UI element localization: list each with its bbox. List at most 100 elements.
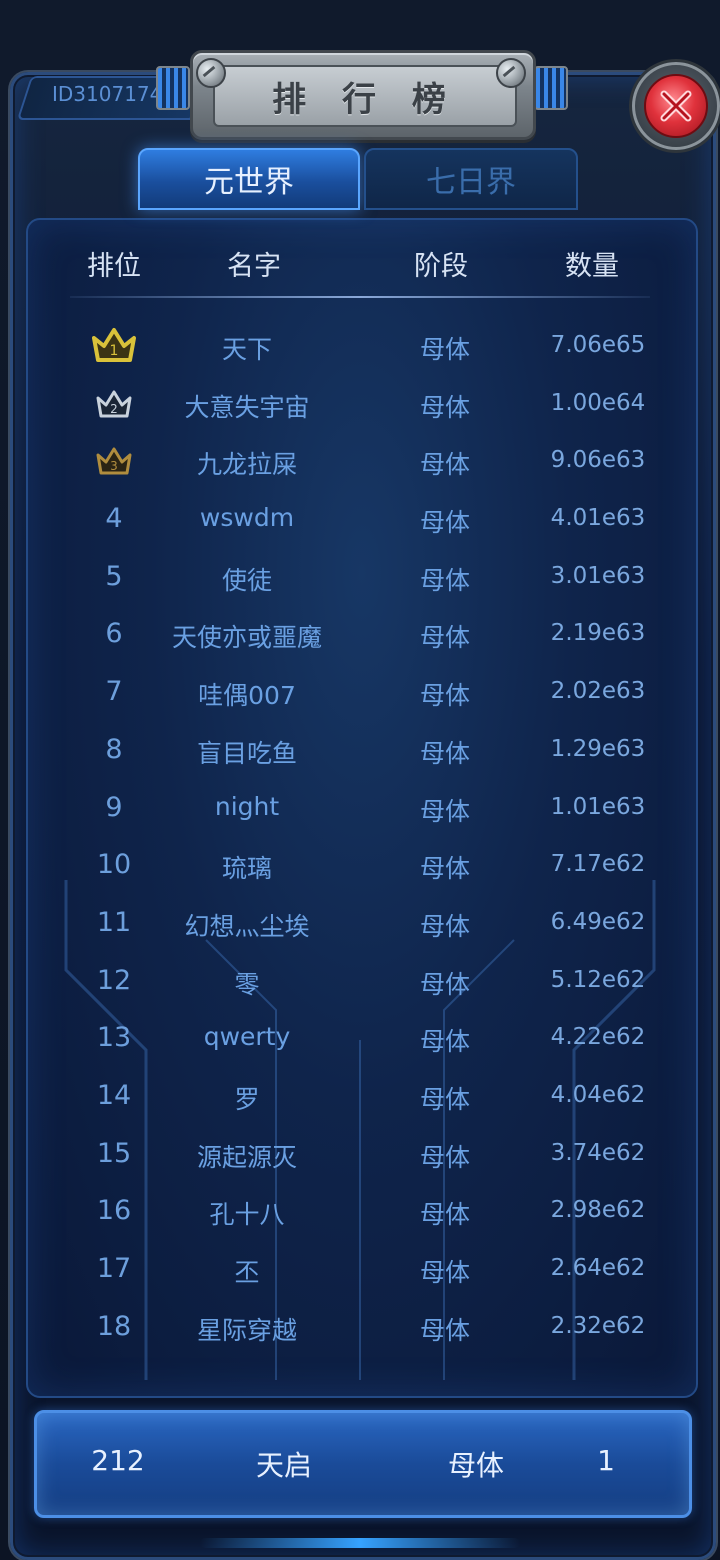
tab-yuanshijie[interactable]: 元世界	[138, 148, 360, 210]
table-row[interactable]: 7 哇偶007 母体 2.02e63	[0, 668, 720, 726]
column-header-rank: 排位	[87, 251, 141, 282]
column-header-stage: 阶段	[414, 251, 468, 282]
table-row[interactable]: 3 九龙拉屎 母体 9.06e63	[0, 437, 720, 495]
table-row[interactable]: 1 天下 母体 7.06e65	[0, 322, 720, 380]
rank-number: 7	[105, 676, 123, 708]
table-row[interactable]: 9 night 母体 1.01e63	[0, 784, 720, 842]
rank-number: 5	[105, 560, 123, 592]
table-row[interactable]: 11 幻想灬尘埃 母体 6.49e62	[0, 899, 720, 957]
vent-left-decoration	[156, 66, 190, 110]
player-stage: 母体	[419, 565, 471, 595]
player-quantity: 6.49e62	[550, 908, 646, 935]
rank-number: 9	[105, 791, 123, 823]
player-quantity: 5.12e62	[550, 966, 646, 993]
bolt-right-icon	[496, 58, 526, 88]
bronze-crown-icon: 3	[96, 447, 132, 475]
player-quantity: 1.00e64	[550, 389, 646, 416]
player-stage: 母体	[419, 392, 471, 422]
player-name: qwerty	[203, 1022, 291, 1052]
player-name: 丕	[234, 1258, 260, 1287]
player-quantity: 7.17e62	[550, 851, 646, 878]
player-id: ID3107174	[52, 82, 163, 106]
player-stage: 母体	[419, 796, 471, 826]
player-stage: 母体	[419, 1200, 471, 1230]
player-quantity: 2.64e62	[550, 1255, 646, 1281]
player-name: 罗	[234, 1084, 260, 1114]
table-header: 排位 名字 阶段 数量	[70, 244, 650, 292]
leaderboard-screen: ID3107174 排 行 榜 元世界 七日界 排位 名字 阶段 数量 1 天下…	[0, 0, 720, 1560]
rank-number: 2	[110, 402, 118, 416]
leaderboard-list: 1 天下 母体 7.06e65 2 大意失宇宙 母体 1.00e64 3 九龙拉…	[0, 322, 720, 1360]
table-row[interactable]: 10 琉璃 母体 7.17e62	[0, 841, 720, 899]
player-stage: 母体	[419, 969, 471, 999]
player-stage: 母体	[419, 335, 471, 364]
player-quantity: 2.32e62	[550, 1312, 646, 1339]
table-row[interactable]: 17 丕 母体 2.64e62	[0, 1245, 720, 1303]
player-quantity: 2.19e63	[550, 620, 646, 647]
rank-number: 6	[105, 618, 123, 650]
rank-number: 11	[96, 906, 132, 938]
player-quantity: 1.01e63	[550, 793, 646, 820]
gold-crown-icon: 1	[92, 328, 136, 362]
silver-crown-icon: 2	[96, 390, 132, 418]
player-stage: 母体	[419, 623, 471, 653]
player-stage: 母体	[419, 1027, 471, 1057]
rank-number: 10	[96, 849, 132, 881]
title-inset: 排 行 榜	[213, 65, 517, 127]
rank-number: 13	[96, 1022, 132, 1054]
close-button-face	[644, 74, 708, 138]
title-plate: 排 行 榜	[190, 50, 536, 140]
rank-number: 15	[96, 1137, 132, 1169]
rank-number: 3	[110, 459, 118, 473]
close-button[interactable]	[632, 62, 720, 150]
self-rank: 212	[91, 1444, 145, 1477]
bolt-left-icon	[196, 58, 226, 88]
player-stage: 母体	[419, 1142, 471, 1172]
player-quantity: 3.74e62	[550, 1139, 646, 1166]
self-name: 天启	[255, 1449, 313, 1482]
rank-number: 14	[96, 1079, 132, 1111]
table-row[interactable]: 14 罗 母体 4.04e62	[0, 1072, 720, 1130]
player-quantity: 2.02e63	[550, 678, 646, 705]
player-quantity: 2.98e62	[550, 1197, 646, 1224]
table-row[interactable]: 13 qwerty 母体 4.22e62	[0, 1014, 720, 1072]
player-name: 幻想灬尘埃	[184, 911, 310, 941]
rank-number: 17	[96, 1253, 132, 1284]
player-stage: 母体	[419, 1315, 471, 1345]
player-name: 大意失宇宙	[184, 392, 310, 422]
player-stage: 母体	[419, 508, 471, 538]
player-name: 孔十八	[209, 1200, 285, 1230]
player-name: 使徒	[221, 565, 273, 595]
table-row[interactable]: 16 孔十八 母体 2.98e62	[0, 1187, 720, 1245]
table-row[interactable]: 15 源起源灭 母体 3.74e62	[0, 1130, 720, 1188]
player-name: 九龙拉屎	[196, 450, 298, 480]
player-name: 哇偶007	[198, 681, 296, 711]
player-stage: 母体	[419, 1084, 471, 1114]
player-name: 星际穿越	[196, 1315, 298, 1345]
table-row[interactable]: 8 盲目吃鱼 母体 1.29e63	[0, 726, 720, 784]
column-header-quantity: 数量	[565, 251, 619, 282]
self-quantity: 1	[597, 1444, 615, 1477]
player-name: night	[214, 791, 280, 821]
tab-qirijie[interactable]: 七日界	[364, 148, 578, 210]
table-row[interactable]: 2 大意失宇宙 母体 1.00e64	[0, 380, 720, 438]
rank-number: 18	[96, 1310, 132, 1342]
player-stage: 母体	[419, 450, 471, 480]
player-name: 琉璃	[221, 854, 273, 884]
player-name: 源起源灭	[196, 1142, 298, 1172]
table-row[interactable]: 5 使徒 母体 3.01e63	[0, 553, 720, 611]
player-quantity: 4.22e62	[550, 1024, 646, 1051]
table-row[interactable]: 4 wswdm 母体 4.01e63	[0, 495, 720, 553]
player-name: 天下	[221, 335, 273, 364]
player-quantity: 4.04e62	[550, 1081, 646, 1108]
player-quantity: 4.01e63	[550, 505, 646, 532]
table-row[interactable]: 6 天使亦或噩魔 母体 2.19e63	[0, 610, 720, 668]
player-quantity: 1.29e63	[550, 735, 646, 762]
header-divider	[70, 296, 650, 298]
table-row[interactable]: 12 零 母体 5.12e62	[0, 957, 720, 1015]
table-row[interactable]: 18 星际穿越 母体 2.32e62	[0, 1303, 720, 1361]
vent-right-decoration	[534, 66, 568, 110]
rank-number: 8	[105, 733, 123, 765]
player-name: 零	[234, 969, 260, 999]
player-stage: 母体	[419, 1258, 471, 1287]
